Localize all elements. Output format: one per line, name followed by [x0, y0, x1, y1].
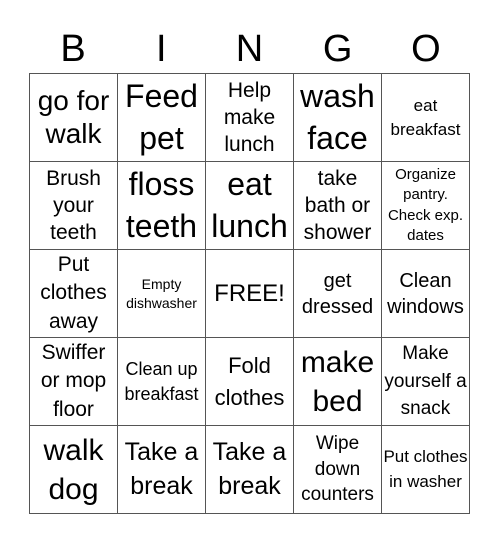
bingo-cell: go for walk — [30, 74, 118, 162]
bingo-cell: walk dog — [30, 426, 118, 514]
bingo-cell: Clean up breakfast — [118, 338, 206, 426]
header-letter-b: B — [60, 28, 86, 70]
bingo-cell: wash face — [294, 74, 382, 162]
bingo-cell: floss teeth — [118, 162, 206, 250]
bingo-cell: Take a break — [118, 426, 206, 514]
header-letter-n: N — [235, 28, 264, 70]
header-letter-g: G — [322, 28, 353, 70]
bingo-cell: take bath or shower — [294, 162, 382, 250]
bingo-cell: get dressed — [294, 250, 382, 338]
bingo-cell: Put clothes in washer — [382, 426, 470, 514]
bingo-grid: go for walk Feed pet Help make lunch was… — [29, 73, 470, 514]
bingo-cell: Clean windows — [382, 250, 470, 338]
bingo-cell: Swiffer or mop floor — [30, 338, 118, 426]
bingo-cell: Put clothes away — [30, 250, 118, 338]
bingo-cell: make bed — [294, 338, 382, 426]
bingo-header: B I N G O — [29, 24, 470, 74]
bingo-cell: Fold clothes — [206, 338, 294, 426]
bingo-cell: Brush your teeth — [30, 162, 118, 250]
bingo-cell: Wipe down counters — [294, 426, 382, 514]
bingo-cell: Make yourself a snack — [382, 338, 470, 426]
bingo-cell: Empty dishwasher — [118, 250, 206, 338]
header-letter-o: O — [411, 28, 441, 70]
bingo-cell: Help make lunch — [206, 74, 294, 162]
header-letter-i: I — [156, 28, 167, 70]
bingo-cell: Take a break — [206, 426, 294, 514]
bingo-cell: eat breakfast — [382, 74, 470, 162]
bingo-cell: Feed pet — [118, 74, 206, 162]
bingo-cell: Organize pantry. Check exp. dates — [382, 162, 470, 250]
free-space-cell: FREE! — [206, 250, 294, 338]
bingo-cell: eat lunch — [206, 162, 294, 250]
